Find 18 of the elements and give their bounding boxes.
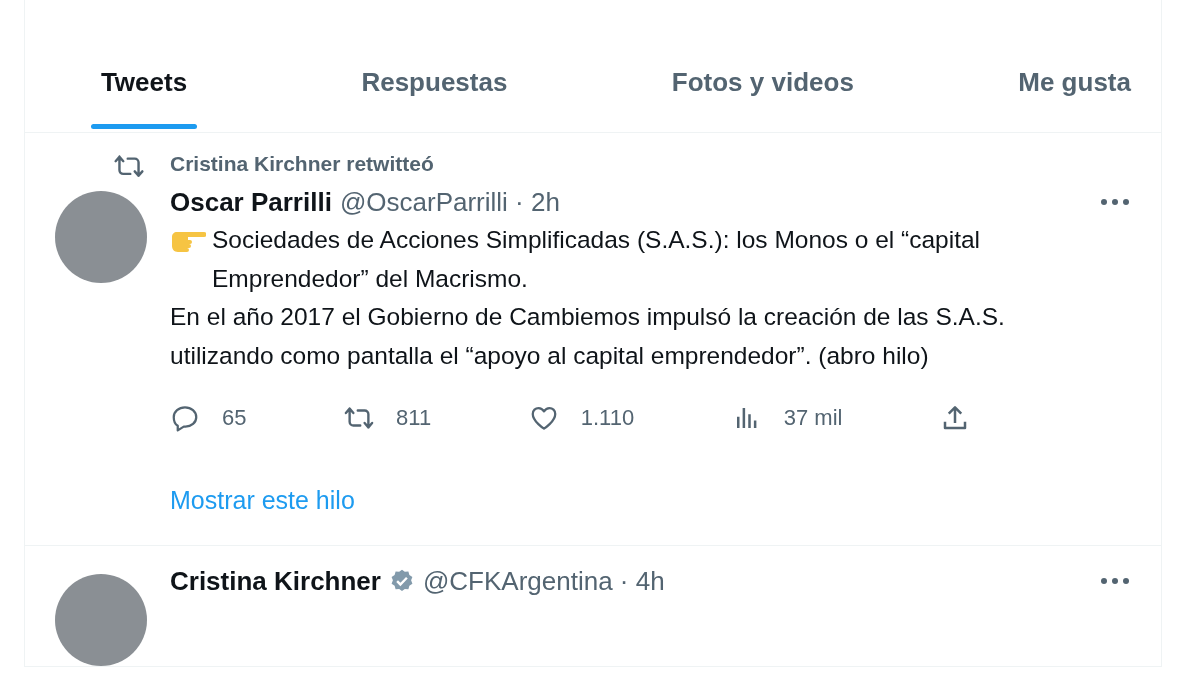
profile-tab[interactable]: Me gusta [1018, 40, 1131, 132]
author-name[interactable]: Oscar Parrilli [170, 186, 332, 218]
action-count: 1.110 [580, 405, 635, 431]
retweet-label: Cristina Kirchner retwitteó [170, 151, 435, 177]
action-count: 65 [222, 405, 247, 431]
action-count: 811 [396, 405, 432, 431]
profile-tab[interactable]: Tweets [91, 40, 197, 132]
more-icon[interactable] [1099, 576, 1131, 586]
action-count: 37 mil [783, 405, 843, 431]
tweet-text: En el año 2017 el Gobierno de Cambiemos impulsó la creación de las S.A.S. utilizando como pantalla el “apoyo al capital emprendedor”. (abro hilo) [170, 302, 1006, 371]
author-name[interactable]: Cristina Kirchner [170, 565, 381, 597]
tweet-text: Sociedades de Acciones Simplificadas (S.A.S.): los Monos o el “capital Emprendedor” del Macrismo. [212, 225, 982, 294]
profile-tab[interactable]: Respuestas [361, 40, 508, 132]
more-icon[interactable] [1099, 197, 1131, 207]
reply-icon[interactable] [170, 403, 200, 433]
author-handle[interactable]: @CFKArgentina · 4h [422, 565, 665, 597]
profile-tab[interactable]: Fotos y videos [671, 40, 854, 132]
author-handle[interactable]: @OscarParrilli · 2h [339, 186, 560, 218]
